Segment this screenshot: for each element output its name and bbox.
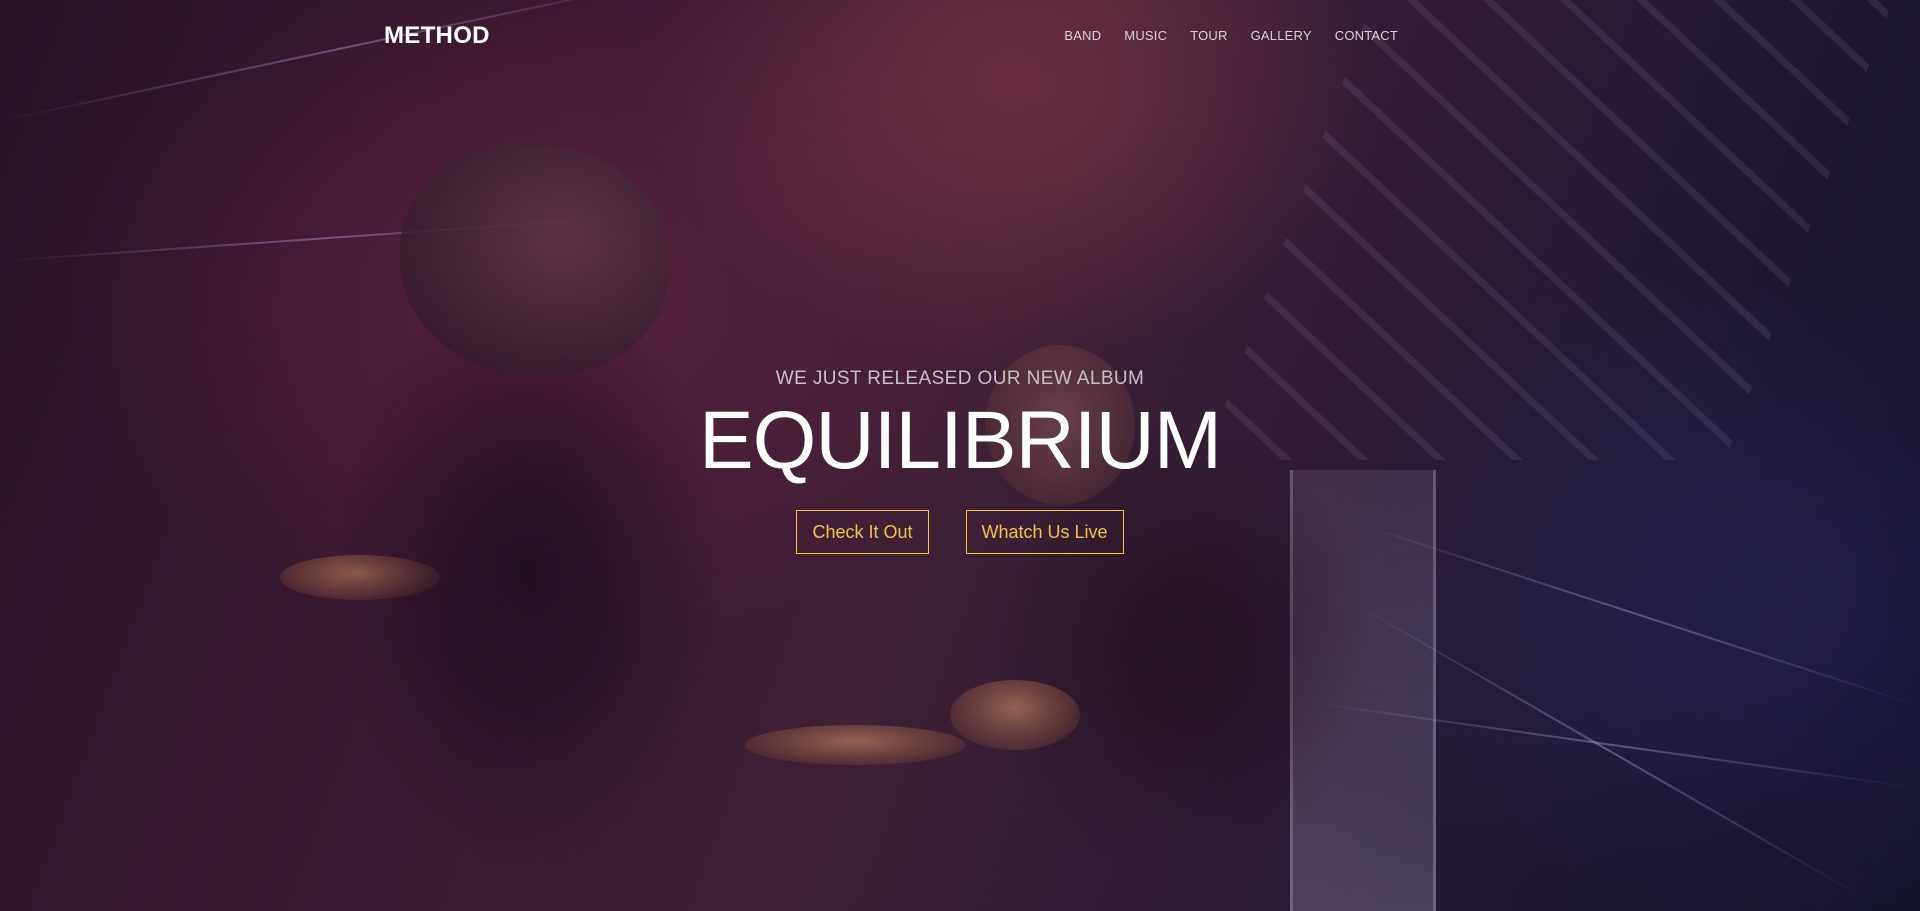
nav-item-music: MUSIC bbox=[1124, 27, 1167, 45]
main-nav: BAND MUSIC TOUR GALLERY CONTACT bbox=[1064, 27, 1398, 45]
nav-link-tour[interactable]: TOUR bbox=[1190, 28, 1227, 43]
watch-us-live-button[interactable]: Whatch Us Live bbox=[965, 510, 1124, 554]
nav-item-band: BAND bbox=[1064, 27, 1101, 45]
nav-link-music[interactable]: MUSIC bbox=[1124, 28, 1167, 43]
brand-logo[interactable]: METHOD bbox=[384, 22, 490, 50]
nav-item-contact: CONTACT bbox=[1335, 27, 1398, 45]
nav-link-band[interactable]: BAND bbox=[1064, 28, 1101, 43]
nav-link-contact[interactable]: CONTACT bbox=[1335, 28, 1398, 43]
nav-link-gallery[interactable]: GALLERY bbox=[1251, 28, 1312, 43]
nav-item-tour: TOUR bbox=[1190, 27, 1227, 45]
hero-content: WE JUST RELEASED OUR NEW ALBUM EQUILIBRI… bbox=[0, 368, 1920, 554]
hero-section: METHOD BAND MUSIC TOUR GALLERY CONTACT W… bbox=[0, 0, 1920, 911]
check-it-out-button[interactable]: Check It Out bbox=[796, 510, 929, 554]
navbar: METHOD BAND MUSIC TOUR GALLERY CONTACT bbox=[0, 0, 1920, 72]
hero-title: EQUILIBRIUM bbox=[698, 395, 1222, 486]
nav-item-gallery: GALLERY bbox=[1251, 27, 1312, 45]
hero-actions: Check It Out Whatch Us Live bbox=[0, 510, 1920, 554]
hero-subtitle: WE JUST RELEASED OUR NEW ALBUM bbox=[775, 368, 1145, 389]
guitarist-head bbox=[400, 145, 670, 375]
cymbal bbox=[950, 680, 1080, 750]
